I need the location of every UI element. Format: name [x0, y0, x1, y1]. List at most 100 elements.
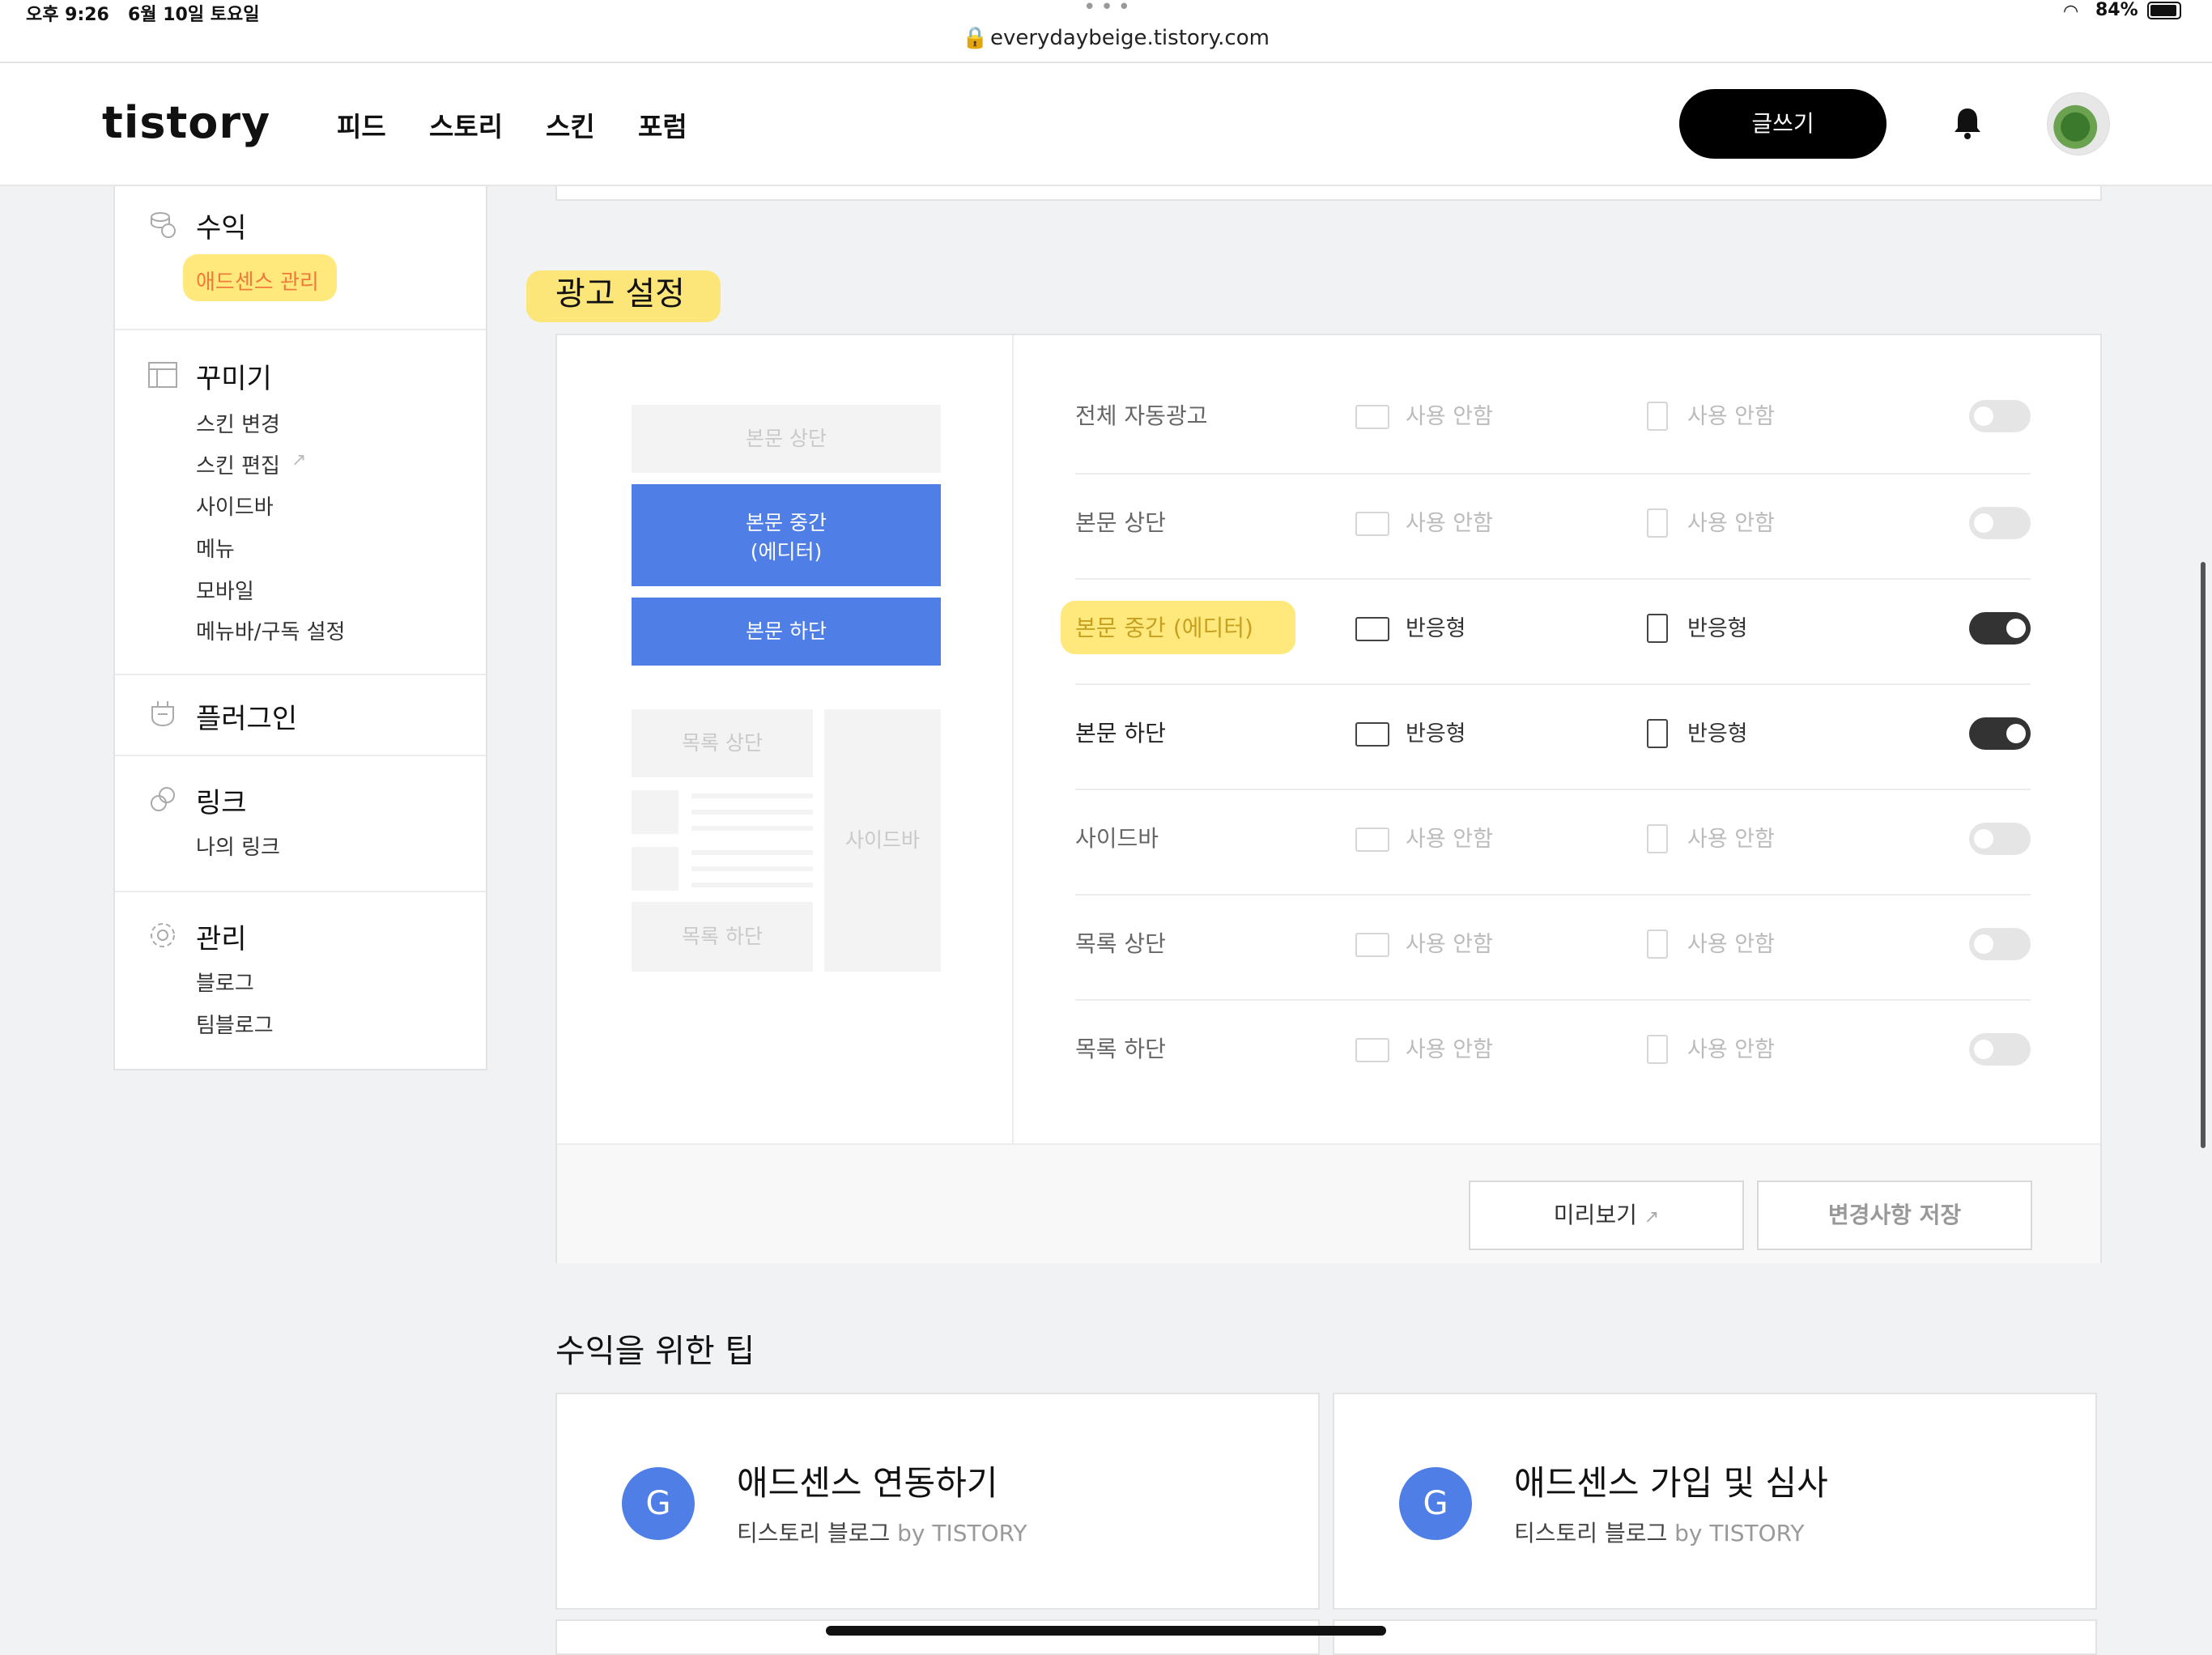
home-indicator[interactable] [826, 1626, 1386, 1636]
row-divider [1075, 578, 2031, 580]
previous-panel-bottom [555, 186, 2102, 201]
preview-line [691, 883, 813, 887]
sidebar-item-team-blog[interactable]: 팀블로그 [196, 1009, 274, 1039]
write-button[interactable]: 글쓰기 [1679, 89, 1887, 159]
url-text: everydaybeige.tistory.com [989, 26, 1270, 50]
row-pc-option[interactable]: 사용 안함 [1406, 398, 1493, 430]
toggle-sidebar[interactable] [1969, 823, 2031, 855]
mobile-icon [1647, 508, 1668, 538]
row-mobile-option[interactable]: 반응형 [1687, 611, 1748, 642]
row-pc-option[interactable]: 사용 안함 [1406, 505, 1493, 537]
row-divider [1075, 789, 2031, 790]
page-scrollbar[interactable] [2201, 562, 2206, 1148]
save-changes-button[interactable]: 변경사항 저장 [1757, 1181, 2032, 1250]
sidebar-item-menu[interactable]: 메뉴 [196, 533, 235, 563]
ad-settings-panel: 본문 상단 본문 중간 (에디터) 본문 하단 목록 상단 사이드바 목록 하단… [555, 334, 2102, 1263]
row-pc-option[interactable]: 사용 안함 [1406, 821, 1493, 853]
sidebar-item-skin-edit[interactable]: 스킨 편집 [196, 449, 280, 479]
preview-line [691, 793, 813, 798]
preview-thumb [632, 847, 678, 891]
tip-source-name: 티스토리 블로그 [737, 1520, 891, 1547]
toggle-body-middle[interactable] [1969, 612, 2031, 645]
toggle-knob [1974, 406, 1993, 426]
toggle-list-top[interactable] [1969, 928, 2031, 960]
sidebar-item-my-link[interactable]: 나의 링크 [196, 831, 280, 861]
external-link-icon: ↗ [291, 450, 307, 470]
mobile-icon [1647, 930, 1668, 959]
tip-card[interactable]: G 애드센스 연동하기 티스토리 블로그 by TISTORY [555, 1393, 1320, 1610]
row-pc-option[interactable]: 반응형 [1406, 716, 1466, 747]
panel-divider [1012, 335, 1014, 1143]
sidebar-title-revenue[interactable]: 수익 [196, 206, 247, 245]
google-g-icon: G [1399, 1467, 1472, 1540]
row-label-sidebar: 사이드바 [1075, 825, 1159, 852]
nav-skin[interactable]: 스킨 [546, 105, 595, 144]
sidebar-title-plugin[interactable]: 플러그인 [196, 696, 297, 736]
avatar[interactable] [2047, 92, 2110, 155]
ad-panel-footer: 미리보기 ↗ 변경사항 저장 [557, 1143, 2100, 1263]
preview-body-bottom: 본문 하단 [632, 598, 941, 666]
battery-fill [2150, 5, 2176, 16]
battery-percent: 84% [2095, 0, 2138, 20]
ad-settings-title: 광고 설정 [555, 275, 685, 313]
sidebar-divider [115, 674, 486, 675]
sidebar-title-decorate[interactable]: 꾸미기 [196, 356, 272, 396]
row-mobile-option[interactable]: 사용 안함 [1687, 1032, 1775, 1063]
toggle-knob [2006, 619, 2026, 638]
address-bar-url[interactable]: 🔒 everydaybeige.tistory.com [962, 26, 1270, 50]
mobile-icon [1647, 402, 1668, 431]
sidebar-item-menubar[interactable]: 메뉴바/구독 설정 [196, 615, 345, 645]
row-pc-option[interactable]: 반응형 [1406, 611, 1466, 642]
toggle-knob [2006, 724, 2026, 743]
sidebar-item-mobile[interactable]: 모바일 [196, 575, 254, 605]
nav-feed[interactable]: 피드 [337, 105, 386, 144]
nav-forum[interactable]: 포럼 [638, 105, 687, 144]
row-pc-option[interactable]: 사용 안함 [1406, 1032, 1493, 1063]
preview-button[interactable]: 미리보기 ↗ [1469, 1181, 1744, 1250]
link-icon [151, 787, 175, 811]
site-header: tistory 피드 스토리 스킨 포럼 글쓰기 [0, 63, 2212, 186]
preview-list-top: 목록 상단 [632, 709, 813, 777]
row-pc-option[interactable]: 사용 안함 [1406, 926, 1493, 958]
sidebar-title-link[interactable]: 링크 [196, 781, 247, 820]
row-mobile-option[interactable]: 사용 안함 [1687, 926, 1775, 958]
preview-line [691, 866, 813, 871]
tip-card-source: 티스토리 블로그 by TISTORY [737, 1516, 1027, 1548]
tistory-logo[interactable]: tistory [102, 97, 270, 148]
browser-status-bar: 오후 9:26 6월 10일 토요일 ••• 🔒 everydaybeige.t… [0, 0, 2212, 63]
sidebar-title-manage[interactable]: 관리 [196, 917, 247, 956]
sidebar-item-adsense[interactable]: 애드센스 관리 [196, 266, 319, 296]
row-label-body-middle: 본문 중간 (에디터) [1075, 615, 1253, 641]
tip-source-by: by TISTORY [1674, 1520, 1805, 1547]
external-link-icon: ↗ [1644, 1207, 1660, 1227]
row-label-auto-ads: 전체 자동광고 [1075, 402, 1208, 429]
tip-source-name: 티스토리 블로그 [1514, 1520, 1668, 1547]
preview-sidebar: 사이드바 [824, 709, 941, 972]
tip-card[interactable]: G 애드센스 가입 및 심사 티스토리 블로그 by TISTORY [1333, 1393, 2097, 1610]
more-dots-icon[interactable]: ••• [1083, 0, 1135, 19]
row-mobile-option[interactable]: 반응형 [1687, 716, 1748, 747]
sidebar-item-blog[interactable]: 블로그 [196, 967, 254, 997]
row-mobile-option[interactable]: 사용 안함 [1687, 821, 1775, 853]
sidebar-item-sidebar[interactable]: 사이드바 [196, 491, 274, 521]
toggle-body-bottom[interactable] [1969, 717, 2031, 750]
toggle-auto-ads[interactable] [1969, 400, 2031, 432]
tips-title: 수익을 위한 팁 [555, 1333, 755, 1370]
row-mobile-option[interactable]: 사용 안함 [1687, 398, 1775, 430]
toggle-list-bottom[interactable] [1969, 1033, 2031, 1066]
toggle-body-top[interactable] [1969, 507, 2031, 539]
tip-card-partial [1333, 1619, 2097, 1655]
status-time: 오후 9:26 [26, 5, 109, 25]
admin-sidebar: 수익 애드센스 관리 꾸미기 스킨 변경 스킨 편집 ↗ 사이드바 메뉴 모바일… [113, 186, 487, 1070]
row-label-body-bottom: 본문 하단 [1075, 720, 1166, 747]
bell-icon[interactable] [1951, 105, 1984, 141]
nav-story[interactable]: 스토리 [429, 105, 503, 144]
status-date: 6월 10일 토요일 [128, 5, 260, 25]
preview-line [691, 850, 813, 855]
sidebar-divider [115, 891, 486, 892]
toggle-knob [1974, 934, 1993, 954]
preview-list-bottom: 목록 하단 [632, 902, 813, 972]
row-mobile-option[interactable]: 사용 안함 [1687, 505, 1775, 537]
sidebar-item-skin-change[interactable]: 스킨 변경 [196, 408, 280, 438]
preview-button-label: 미리보기 [1553, 1202, 1637, 1228]
